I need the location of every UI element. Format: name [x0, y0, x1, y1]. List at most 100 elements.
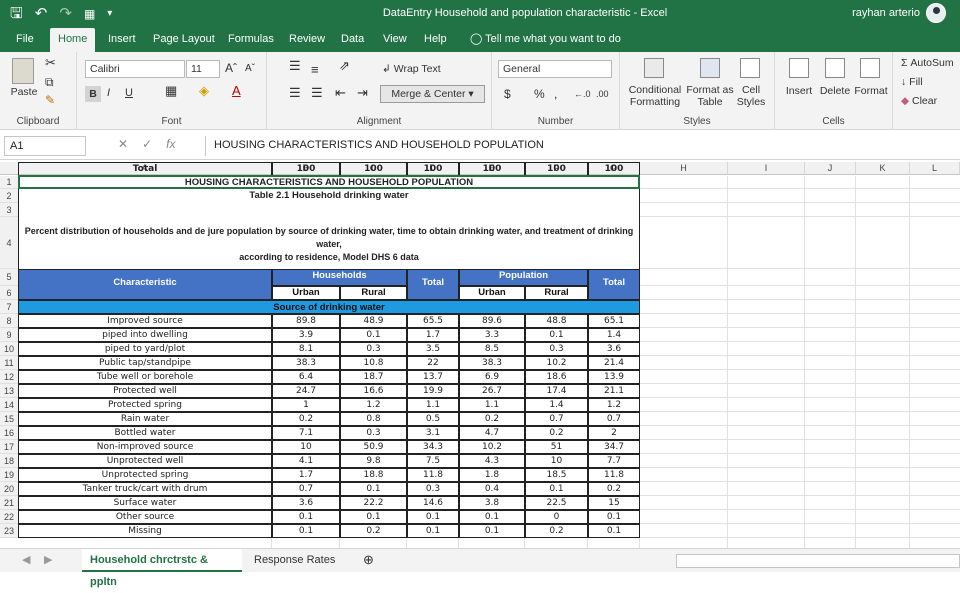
row-header-6[interactable]: 6	[0, 286, 18, 300]
insert-function-button[interactable]: fx	[166, 137, 175, 151]
table-cell[interactable]: 7.7	[588, 454, 640, 468]
table-cell[interactable]: 22.5	[525, 496, 588, 510]
table-cell[interactable]: 6.4	[272, 370, 340, 384]
plus-circle-icon[interactable]: ⊕	[355, 549, 382, 572]
align-middle-icon[interactable]: ≡	[311, 63, 319, 76]
header-urban[interactable]: Urban	[272, 286, 340, 300]
tab-help[interactable]: Help	[416, 28, 455, 52]
column-header-l[interactable]: L	[910, 162, 960, 175]
table-cell[interactable]: 1.2	[340, 398, 407, 412]
row-header-20[interactable]: 20	[0, 482, 18, 496]
table-cell[interactable]: 50.9	[340, 440, 407, 454]
table-row-label[interactable]: Surface water	[18, 496, 272, 510]
table-cell[interactable]: 0.2	[525, 426, 588, 440]
table-cell[interactable]: 10.8	[340, 356, 407, 370]
format-as-table-button[interactable]: Format as Table	[686, 84, 734, 108]
table-cell[interactable]: 100	[525, 162, 588, 176]
percent-button[interactable]: %	[534, 88, 545, 100]
section-source-drinking-water[interactable]: Source of drinking water	[18, 300, 640, 314]
table-cell[interactable]: 7.5	[407, 454, 459, 468]
table-cell[interactable]: 0.1	[407, 510, 459, 524]
table-cell[interactable]: 1.4	[588, 328, 640, 342]
table-cell[interactable]: 17.4	[525, 384, 588, 398]
table-row-label[interactable]: Public tap/standpipe	[18, 356, 272, 370]
row-header-17[interactable]: 17	[0, 440, 18, 454]
tab-page-layout[interactable]: Page Layout	[145, 28, 223, 52]
row-header-12[interactable]: 12	[0, 370, 18, 384]
row-header-18[interactable]: 18	[0, 454, 18, 468]
table-cell[interactable]: 51	[525, 440, 588, 454]
table-cell[interactable]: 22.2	[340, 496, 407, 510]
table-cell[interactable]: 0.2	[588, 482, 640, 496]
wrap-text-button[interactable]: ↲ Wrap Text	[382, 63, 441, 75]
italic-button[interactable]: I	[107, 87, 110, 99]
format-painter-icon[interactable]: ✎	[45, 94, 55, 106]
table-cell[interactable]: 3.6	[272, 496, 340, 510]
increase-font-icon[interactable]: Aˆ	[225, 62, 237, 74]
row-header-15[interactable]: 15	[0, 412, 18, 426]
table-cell[interactable]: 0.2	[525, 524, 588, 538]
table-cell[interactable]: 18.5	[525, 468, 588, 482]
table-cell[interactable]: 0.3	[340, 342, 407, 356]
table-cell[interactable]: 34.7	[588, 440, 640, 454]
name-box[interactable]: A1	[4, 136, 86, 156]
table-cell[interactable]: 0.7	[588, 412, 640, 426]
sheet-tab-response-rates[interactable]: Response Rates	[246, 549, 343, 572]
row-header-21[interactable]: 21	[0, 496, 18, 510]
table-cell[interactable]: 0.7	[272, 482, 340, 496]
delete-cells-button[interactable]: Delete	[817, 85, 853, 97]
sheet-tab-household[interactable]: Household chrctrstc & ppltn	[82, 549, 242, 588]
clear-button[interactable]: ◆ Clear	[901, 95, 937, 107]
tab-formulas[interactable]: Formulas	[220, 28, 282, 52]
fill-button[interactable]: ↓ Fill	[901, 76, 923, 88]
table-row-label[interactable]: Rain water	[18, 412, 272, 426]
table-cell[interactable]: 10.2	[459, 440, 525, 454]
table-cell[interactable]: 18.8	[340, 468, 407, 482]
table-cell[interactable]: 89.6	[459, 314, 525, 328]
table-row-label[interactable]: Bottled water	[18, 426, 272, 440]
format-cells-button[interactable]: Format	[853, 85, 889, 97]
avatar[interactable]	[926, 3, 946, 23]
header-total-households[interactable]: Total	[407, 269, 459, 300]
bold-button[interactable]: B	[85, 86, 101, 102]
table-cell[interactable]: 18.6	[525, 370, 588, 384]
row-header-4[interactable]: 4	[0, 217, 18, 269]
table-row-label[interactable]: piped into dwelling	[18, 328, 272, 342]
table-cell[interactable]: 48.8	[525, 314, 588, 328]
table-cell[interactable]: 0.1	[340, 482, 407, 496]
row-header-7[interactable]: 7	[0, 300, 18, 314]
table-cell[interactable]: 100	[272, 162, 340, 176]
table-cell[interactable]: 89.8	[272, 314, 340, 328]
row-header-8[interactable]: 8	[0, 314, 18, 328]
table-cell[interactable]: 0.4	[459, 482, 525, 496]
table-row-label[interactable]: Unprotected spring	[18, 468, 272, 482]
table-cell[interactable]: 9.8	[340, 454, 407, 468]
table-row-label[interactable]: Protected spring	[18, 398, 272, 412]
table-row-label[interactable]: Other source	[18, 510, 272, 524]
table-row-label[interactable]: Unprotected well	[18, 454, 272, 468]
table-cell[interactable]: 18.7	[340, 370, 407, 384]
currency-button[interactable]: $	[504, 88, 511, 100]
table-cell[interactable]: 1.4	[525, 398, 588, 412]
table-cell[interactable]: 0.1	[272, 524, 340, 538]
autosum-button[interactable]: Σ AutoSum	[901, 57, 954, 69]
table-cell[interactable]: 0	[525, 510, 588, 524]
table-cell[interactable]: 38.3	[272, 356, 340, 370]
tab-file[interactable]: File	[8, 28, 42, 52]
table-cell[interactable]: 0.2	[340, 524, 407, 538]
table-cell[interactable]: 7.1	[272, 426, 340, 440]
cancel-icon[interactable]: ✕	[118, 137, 142, 151]
align-left-icon[interactable]: ☰	[289, 86, 301, 99]
table-cell[interactable]: 48.9	[340, 314, 407, 328]
row-header-9[interactable]: 9	[0, 328, 18, 342]
table-cell[interactable]: 0.1	[340, 510, 407, 524]
header-characteristic[interactable]: Characteristic	[18, 269, 272, 300]
table-cell[interactable]: 100	[459, 162, 525, 176]
table-row-label[interactable]: Tanker truck/cart with drum	[18, 482, 272, 496]
table-cell[interactable]: 19.9	[407, 384, 459, 398]
table-row-label[interactable]: Missing	[18, 524, 272, 538]
user-name[interactable]: rayhan arterio	[852, 7, 920, 19]
orientation-icon[interactable]: ⇗	[339, 59, 350, 72]
tab-view[interactable]: View	[375, 28, 415, 52]
table-cell[interactable]: 13.7	[407, 370, 459, 384]
